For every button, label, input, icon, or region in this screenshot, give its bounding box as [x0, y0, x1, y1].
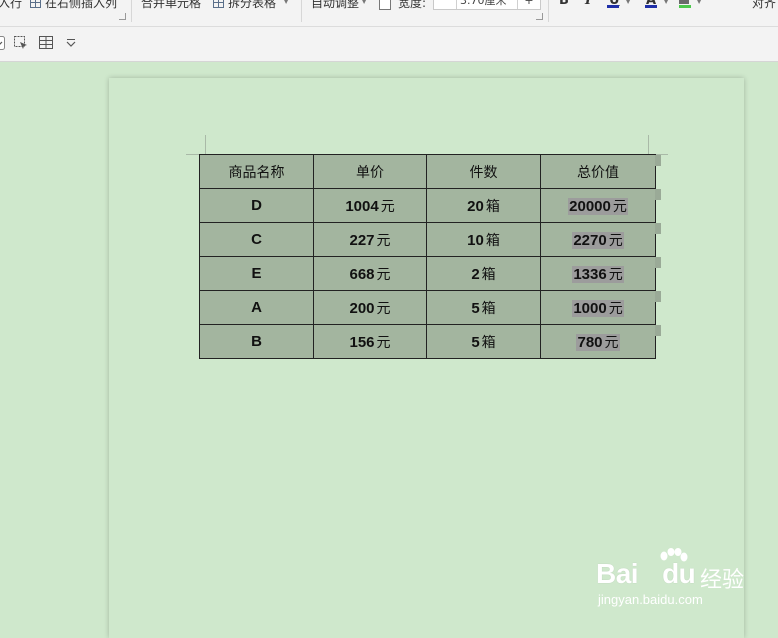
- cell-total[interactable]: 780 元: [540, 324, 656, 359]
- crop-mark: [648, 135, 649, 155]
- chevron-down-icon[interactable]: ▼: [283, 0, 289, 5]
- ribbon-separator: [131, 0, 132, 22]
- group-launcher-icon[interactable]: [119, 13, 126, 20]
- width-label: 宽度:: [398, 0, 427, 10]
- watermark-product: 经验: [700, 568, 745, 593]
- table-row: C 227 元 10 箱 2270 元: [199, 222, 656, 257]
- cell-price[interactable]: 156 元: [313, 324, 427, 359]
- baidu-jingyan-watermark: Bai du 经验 jingyan.baidu.com: [596, 548, 766, 618]
- cell-price[interactable]: 200 元: [313, 290, 427, 325]
- dropdown-caret-icon[interactable]: [0, 35, 8, 51]
- row-end-marker: [655, 223, 661, 234]
- underline-color-bar: [607, 5, 619, 8]
- quick-toolbar: [0, 27, 778, 62]
- watermark-brand: Bai du: [596, 558, 696, 589]
- chevron-down-icon[interactable]: ▼: [696, 0, 702, 5]
- header-unit-price[interactable]: 单价: [313, 154, 427, 189]
- cell-total[interactable]: 1336 元: [540, 256, 656, 291]
- cell-name[interactable]: E: [199, 256, 314, 291]
- cell-total[interactable]: 20000 元: [540, 188, 656, 223]
- crop-mark: [205, 135, 206, 155]
- bold-button[interactable]: B: [559, 0, 569, 10]
- cell-price[interactable]: 227 元: [313, 222, 427, 257]
- split-table-button[interactable]: 拆分表格: [213, 0, 276, 12]
- cell-quantity[interactable]: 20 箱: [426, 188, 541, 223]
- split-table-icon: [213, 0, 224, 8]
- header-product-name[interactable]: 商品名称: [199, 154, 314, 189]
- cell-price[interactable]: 668 元: [313, 256, 427, 291]
- header-total-value[interactable]: 总价值: [540, 154, 656, 189]
- chevron-down-icon[interactable]: ▼: [663, 0, 669, 5]
- table-row: E 668 元 2箱 1336 元: [199, 256, 656, 291]
- watermark-url: jingyan.baidu.com: [598, 592, 703, 607]
- table-header-row: 商品名称 单价 件数 总价值: [199, 154, 656, 189]
- width-checkbox[interactable]: [379, 0, 391, 10]
- ribbon: 入行 在右侧插入列 合并单元格 拆分表格 ▼ 自动调整 ▼ 宽度: 3.70厘米…: [0, 0, 778, 27]
- highlight-icon[interactable]: [679, 0, 689, 4]
- cell-quantity[interactable]: 2箱: [426, 256, 541, 291]
- cell-quantity[interactable]: 5箱: [426, 290, 541, 325]
- highlight-color-bar: [679, 5, 691, 8]
- cell-price[interactable]: 1004 元: [313, 188, 427, 223]
- ribbon-separator: [548, 0, 549, 22]
- table-row: B 156 元 5箱 780 元: [199, 324, 656, 359]
- cell-name[interactable]: A: [199, 290, 314, 325]
- table-row: A 200 元 5箱 1000 元: [199, 290, 656, 325]
- insert-column-icon: [30, 0, 41, 8]
- cell-name[interactable]: C: [199, 222, 314, 257]
- row-end-marker: [655, 189, 661, 200]
- font-color-bar: [645, 5, 657, 8]
- row-end-marker: [655, 325, 661, 336]
- auto-fit-button[interactable]: 自动调整: [311, 0, 359, 12]
- width-value: 3.70厘米: [460, 0, 507, 7]
- cell-quantity[interactable]: 10 箱: [426, 222, 541, 257]
- insert-column-right-button[interactable]: 在右侧插入列: [30, 0, 117, 12]
- header-quantity[interactable]: 件数: [426, 154, 541, 189]
- ribbon-separator: [301, 0, 302, 22]
- row-end-marker: [655, 257, 661, 268]
- row-end-marker: [655, 291, 661, 302]
- cell-total[interactable]: 1000 元: [540, 290, 656, 325]
- insert-row-button[interactable]: 入行: [0, 0, 22, 12]
- width-input[interactable]: 3.70厘米 +: [433, 0, 541, 10]
- align-button[interactable]: 对齐: [752, 0, 776, 12]
- table-grid-icon[interactable]: [38, 35, 54, 51]
- increment-button[interactable]: +: [517, 0, 540, 9]
- select-cell-icon[interactable]: [13, 35, 29, 51]
- italic-button[interactable]: I: [585, 0, 591, 10]
- chevron-down-icon[interactable]: ▼: [625, 0, 631, 5]
- table-row: D 1004 元 20 箱 20000 元: [199, 188, 656, 223]
- more-chevron-icon[interactable]: [64, 35, 80, 51]
- cell-total[interactable]: 2270 元: [540, 222, 656, 257]
- cell-name[interactable]: D: [199, 188, 314, 223]
- merge-cells-button[interactable]: 合并单元格: [141, 0, 201, 12]
- row-end-marker: [655, 155, 661, 166]
- chevron-down-icon[interactable]: ▼: [361, 0, 367, 5]
- product-table[interactable]: 商品名称 单价 件数 总价值 D 1004 元 20 箱 20000 元 C 227 元…: [199, 154, 656, 359]
- group-launcher-icon[interactable]: [536, 13, 543, 20]
- cell-quantity[interactable]: 5箱: [426, 324, 541, 359]
- cell-name[interactable]: B: [199, 324, 314, 359]
